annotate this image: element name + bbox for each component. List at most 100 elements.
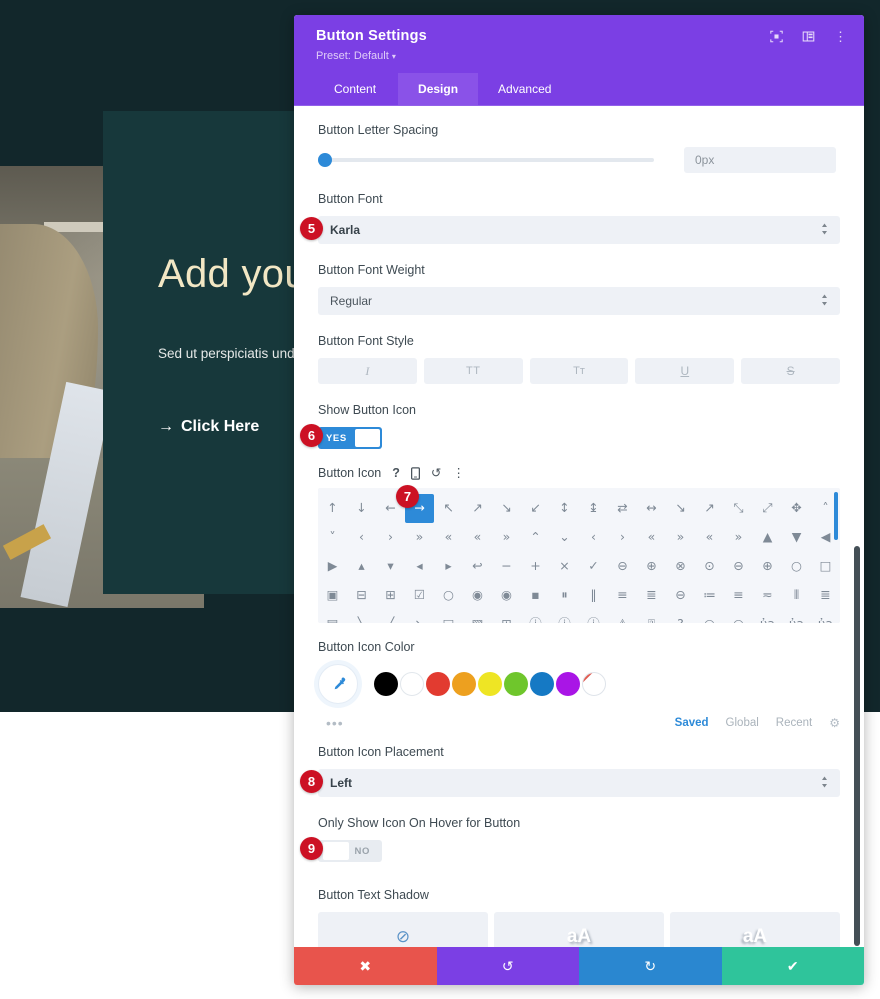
icon-cell[interactable]: ▾: [376, 552, 405, 581]
icon-cell[interactable]: ▶: [318, 552, 347, 581]
color-swatch-black[interactable]: [374, 672, 398, 696]
save-button[interactable]: ✔: [721, 947, 864, 985]
icon-cell[interactable]: «: [434, 523, 463, 552]
icon-cell[interactable]: ὐa: [811, 610, 840, 624]
icon-cell[interactable]: ⚠: [608, 610, 637, 624]
icon-cell[interactable]: ⊗: [666, 552, 695, 581]
icon-cell[interactable]: ×: [550, 552, 579, 581]
icon-cell[interactable]: ⊖: [666, 581, 695, 610]
icon-cell[interactable]: ✥: [782, 494, 811, 523]
responsive-mobile-icon[interactable]: [410, 466, 420, 480]
color-tab-saved[interactable]: Saved: [675, 717, 709, 729]
icon-cell[interactable]: ‹: [579, 523, 608, 552]
icon-cell[interactable]: ○: [724, 610, 753, 624]
more-vertical-icon[interactable]: ⋮: [452, 466, 465, 480]
help-icon[interactable]: ?: [392, 466, 400, 480]
icon-cell[interactable]: ↖: [434, 494, 463, 523]
color-swatch-white[interactable]: [400, 672, 424, 696]
icon-cell[interactable]: «: [463, 523, 492, 552]
icon-cell[interactable]: −: [492, 552, 521, 581]
icon-cell[interactable]: ⓘ: [550, 610, 579, 624]
icon-cell[interactable]: ⊟: [347, 581, 376, 610]
icon-cell[interactable]: ☑: [405, 581, 434, 610]
undo-button[interactable]: ↺: [436, 947, 579, 985]
icon-cell[interactable]: ↙: [521, 494, 550, 523]
text-shadow-1[interactable]: aA: [494, 912, 664, 947]
icon-cell[interactable]: ≂: [753, 581, 782, 610]
redo-button[interactable]: ↻: [579, 947, 722, 985]
button-font-select[interactable]: Karla: [318, 216, 840, 244]
icon-cell[interactable]: ↕: [550, 494, 579, 523]
color-tab-global[interactable]: Global: [726, 717, 759, 729]
icon-grid[interactable]: ↑ ↓ ← → ↖ ↗ ↘ ↙ ↕ ↨ ⇄ ↔ ↘ ↗ ⤡ ⤢ ✥ ˄ ˅ ‹ ›» ««» ⌃ ⌄ ‹ › «» «» ▲ ▼ ◀ ▶ ▴ ▾ ◂…: [318, 494, 840, 623]
icon-cell[interactable]: ⊕: [637, 552, 666, 581]
icon-cell[interactable]: ◉: [492, 581, 521, 610]
icon-cell[interactable]: ▤: [318, 610, 347, 624]
hero-cta-button[interactable]: → Click Here: [158, 418, 259, 436]
icon-cell[interactable]: ὐa: [753, 610, 782, 624]
icon-cell[interactable]: ≡: [608, 581, 637, 610]
preset-selector[interactable]: Preset: Default ▾: [316, 47, 769, 66]
modal-scrollbar[interactable]: [854, 106, 860, 947]
letter-spacing-slider[interactable]: [318, 153, 654, 167]
icon-cell[interactable]: ‹: [347, 523, 376, 552]
icon-cell[interactable]: ▪: [521, 581, 550, 610]
icon-cell[interactable]: ⤡: [724, 494, 753, 523]
icon-cell[interactable]: ○: [695, 610, 724, 624]
color-swatch-blue[interactable]: [530, 672, 554, 696]
icon-cell[interactable]: ὐa: [782, 610, 811, 624]
icon-cell[interactable]: ≣: [637, 581, 666, 610]
icon-cell[interactable]: ↘: [405, 610, 434, 624]
icon-cell[interactable]: ?: [666, 610, 695, 624]
icon-cell[interactable]: ↘: [492, 494, 521, 523]
icon-cell[interactable]: «: [637, 523, 666, 552]
icon-cell[interactable]: ▲: [753, 523, 782, 552]
icon-cell[interactable]: ↗: [463, 494, 492, 523]
font-weight-select[interactable]: Regular: [318, 287, 840, 315]
letter-spacing-input[interactable]: 0px: [684, 147, 836, 173]
icon-cell[interactable]: ▸: [434, 552, 463, 581]
eyedropper-icon[interactable]: [318, 664, 358, 704]
color-swatch-yellow[interactable]: [478, 672, 502, 696]
icon-cell[interactable]: ⊖: [608, 552, 637, 581]
icon-cell[interactable]: +: [521, 552, 550, 581]
icon-cell[interactable]: ⇄: [608, 494, 637, 523]
icon-cell[interactable]: ≔: [695, 581, 724, 610]
text-shadow-none[interactable]: ⊘: [318, 912, 488, 947]
icon-cell[interactable]: ○: [782, 552, 811, 581]
color-swatch-orange[interactable]: [452, 672, 476, 696]
layout-panel-icon[interactable]: [801, 29, 816, 44]
icon-cell[interactable]: ⊕: [753, 552, 782, 581]
icon-cell[interactable]: ⓘ: [579, 610, 608, 624]
color-swatch-none[interactable]: [582, 672, 606, 696]
icon-cell[interactable]: ▼: [782, 523, 811, 552]
icon-cell[interactable]: »: [492, 523, 521, 552]
tab-advanced[interactable]: Advanced: [478, 73, 571, 105]
icon-cell[interactable]: ✓: [579, 552, 608, 581]
icon-cell[interactable]: ⌄: [550, 523, 579, 552]
underline-button[interactable]: U: [635, 358, 735, 384]
tab-content[interactable]: Content: [294, 73, 398, 105]
text-shadow-2[interactable]: aA: [670, 912, 840, 947]
icon-cell[interactable]: ›: [608, 523, 637, 552]
cancel-button[interactable]: ✖: [294, 947, 437, 985]
icon-cell[interactable]: ↗: [695, 494, 724, 523]
icon-placement-select[interactable]: Left: [318, 769, 840, 797]
strikethrough-button[interactable]: S: [741, 358, 840, 384]
icon-cell[interactable]: ⏸: [550, 581, 579, 610]
icon-cell[interactable]: »: [724, 523, 753, 552]
icon-cell[interactable]: ◂: [405, 552, 434, 581]
icon-cell[interactable]: «: [695, 523, 724, 552]
icon-cell[interactable]: □: [811, 552, 840, 581]
icon-cell[interactable]: ◉: [463, 581, 492, 610]
slider-handle[interactable]: [318, 153, 332, 167]
icon-cell[interactable]: ╱: [376, 610, 405, 624]
icon-grid-scrollbar[interactable]: [834, 492, 838, 540]
icon-cell[interactable]: ˅: [318, 523, 347, 552]
icon-cell[interactable]: ↓: [347, 494, 376, 523]
icon-cell[interactable]: ≡: [724, 581, 753, 610]
icon-cell[interactable]: ╲: [347, 610, 376, 624]
icon-cell[interactable]: ⊖: [724, 552, 753, 581]
icon-cell[interactable]: ▴: [347, 552, 376, 581]
icon-cell[interactable]: ⦀: [782, 581, 811, 610]
